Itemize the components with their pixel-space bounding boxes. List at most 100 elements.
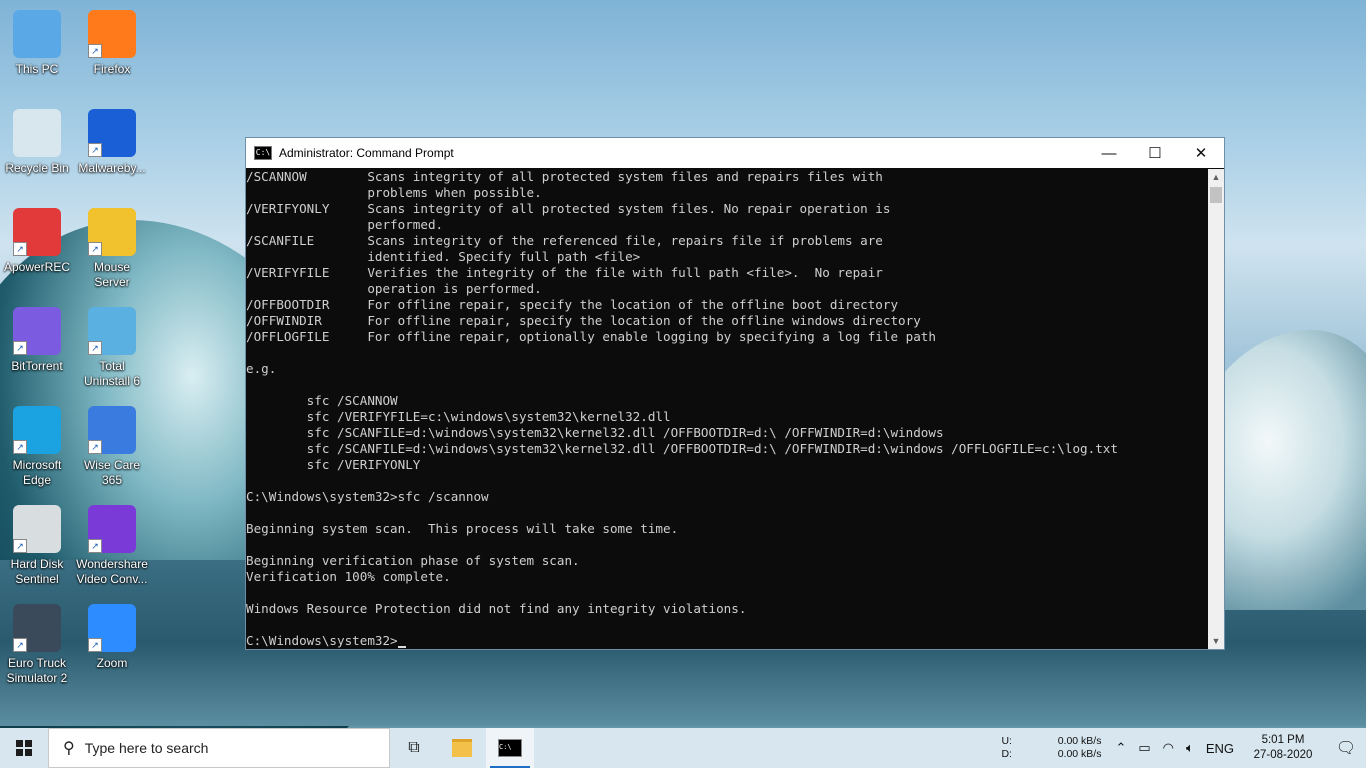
desktop-icon-mouse-server[interactable]: ↗ Mouse Server <box>75 202 149 290</box>
scroll-up-icon[interactable]: ▲ <box>1208 169 1224 185</box>
start-button[interactable] <box>0 728 48 768</box>
network-speed: U: 0.00 kB/s D: 0.00 kB/s <box>1001 735 1101 761</box>
maximize-button[interactable]: ☐ <box>1132 138 1178 168</box>
scroll-thumb[interactable] <box>1210 187 1222 203</box>
desktop-icon-label: Wise Care 365 <box>83 458 140 487</box>
apowerrec-icon: ↗ <box>13 208 61 256</box>
text-cursor <box>397 646 406 648</box>
console-prompt-line[interactable]: C:\Windows\system32> <box>246 633 1208 649</box>
shortcut-arrow-icon: ↗ <box>13 440 27 454</box>
desktop-icon-bittorrent[interactable]: ↗ BitTorrent <box>0 301 74 374</box>
minimize-button[interactable]: — <box>1086 138 1132 168</box>
shortcut-arrow-icon: ↗ <box>88 143 102 157</box>
task-view-icon: ⧉ <box>408 739 420 756</box>
computer-icon <box>13 10 61 58</box>
desktop-icon-label: Euro Truck Simulator 2 <box>6 656 68 685</box>
mouse-server-icon: ↗ <box>88 208 136 256</box>
upload-value: 0.00 kB/s <box>1057 735 1102 747</box>
console-line: /OFFLOGFILE For offline repair, optional… <box>246 329 936 344</box>
shortcut-arrow-icon: ↗ <box>13 638 27 652</box>
file-explorer-button[interactable] <box>438 728 486 768</box>
shortcut-arrow-icon: ↗ <box>13 242 27 256</box>
desktop-icon-wise-care[interactable]: ↗ Wise Care 365 <box>75 400 149 488</box>
notification-icon[interactable]: 🗨︎ <box>1326 728 1366 768</box>
task-view-button[interactable]: ⧉ <box>390 728 438 768</box>
language-indicator[interactable]: ENG <box>1206 741 1234 756</box>
console-line: /SCANFILE Scans integrity of the referen… <box>246 233 883 248</box>
taskbar: ⚲ Type here to search ⧉ C:\ U: 0.00 kB/s… <box>0 728 1366 768</box>
cmd-taskbar-icon: C:\ <box>498 739 522 757</box>
recycle-bin-icon <box>13 109 61 157</box>
malwarebytes-icon: ↗ <box>88 109 136 157</box>
desktop-icon-edge[interactable]: ↗ Microsoft Edge <box>0 400 74 488</box>
desktop-icon-truck[interactable]: ↗ Euro Truck Simulator 2 <box>0 598 74 686</box>
truck-icon: ↗ <box>13 604 61 652</box>
clock-date: 27-08-2020 <box>1253 749 1313 761</box>
total-uninstall-icon: ↗ <box>88 307 136 355</box>
console-line: C:\Windows\system32>sfc /scannow <box>246 489 489 504</box>
desktop-icon-label: Recycle Bin <box>5 161 69 175</box>
console-line: /VERIFYONLY Scans integrity of all prote… <box>246 201 891 216</box>
desktop-icon-hard-disk[interactable]: ↗ Hard Disk Sentinel <box>0 499 74 587</box>
console-line: sfc /SCANFILE=d:\windows\system32\kernel… <box>246 441 1118 456</box>
hard-disk-icon: ↗ <box>13 505 61 553</box>
console-line: Beginning system scan. This process will… <box>246 521 679 536</box>
cmd-icon: C:\ <box>254 146 272 160</box>
console-line: operation is performed. <box>246 281 542 296</box>
console-line: /OFFWINDIR For offline repair, specify t… <box>246 313 921 328</box>
console-line: sfc /SCANFILE=d:\windows\system32\kernel… <box>246 425 944 440</box>
shortcut-arrow-icon: ↗ <box>88 44 102 58</box>
chevron-up-icon[interactable]: ⌃ <box>1115 740 1126 756</box>
windows-logo-icon <box>16 740 32 756</box>
folder-icon <box>452 739 472 757</box>
console-line: identified. Specify full path <file> <box>246 249 641 264</box>
console-line: Beginning verification phase of system s… <box>246 553 580 568</box>
desktop-icon-label: Zoom <box>96 656 128 670</box>
shortcut-arrow-icon: ↗ <box>88 440 102 454</box>
console-line: /SCANNOW Scans integrity of all protecte… <box>246 169 883 184</box>
desktop-icon-malwarebytes[interactable]: ↗ Malwareby... <box>75 103 149 176</box>
scroll-down-icon[interactable]: ▼ <box>1208 633 1224 649</box>
desktop-icon-zoom[interactable]: ↗ Zoom <box>75 598 149 671</box>
desktop-icon-computer[interactable]: This PC <box>0 4 74 77</box>
clock-time: 5:01 PM <box>1261 734 1305 746</box>
desktop-icon-apowerrec[interactable]: ↗ ApowerREC <box>0 202 74 275</box>
desktop-icon-total-uninstall[interactable]: ↗ Total Uninstall 6 <box>75 301 149 389</box>
desktop-icon-label: Malwareby... <box>78 161 146 175</box>
firefox-icon: ↗ <box>88 10 136 58</box>
close-button[interactable]: ✕ <box>1178 138 1224 168</box>
desktop-icon-wondershare[interactable]: ↗ Wondershare Video Conv... <box>75 499 149 587</box>
battery-icon[interactable]: ▭ <box>1138 740 1150 756</box>
console-output[interactable]: /SCANNOW Scans integrity of all protecte… <box>246 169 1208 649</box>
vertical-scrollbar[interactable]: ▲ ▼ <box>1208 169 1224 649</box>
desktop-icon-firefox[interactable]: ↗ Firefox <box>75 4 149 77</box>
command-prompt-window[interactable]: C:\ Administrator: Command Prompt — ☐ ✕ … <box>245 137 1225 650</box>
title-bar[interactable]: C:\ Administrator: Command Prompt — ☐ ✕ <box>246 138 1224 168</box>
volume-icon[interactable]: 🔈︎ <box>1186 740 1194 756</box>
upload-label: U: <box>1001 735 1012 747</box>
console-line: sfc /VERIFYFILE=c:\windows\system32\kern… <box>246 409 671 424</box>
download-value: 0.00 kB/s <box>1057 748 1102 760</box>
taskbar-search[interactable]: ⚲ Type here to search <box>48 728 390 768</box>
wifi-icon[interactable]: ◠ <box>1163 740 1174 756</box>
system-tray: U: 0.00 kB/s D: 0.00 kB/s ⌃ ▭ ◠ 🔈︎ ENG 5… <box>1001 728 1366 768</box>
desktop-icon-recycle-bin[interactable]: Recycle Bin <box>0 103 74 176</box>
search-placeholder: Type here to search <box>84 740 209 756</box>
zoom-icon: ↗ <box>88 604 136 652</box>
shortcut-arrow-icon: ↗ <box>88 638 102 652</box>
download-label: D: <box>1001 748 1012 760</box>
wise-care-icon: ↗ <box>88 406 136 454</box>
taskbar-command-prompt[interactable]: C:\ <box>486 728 534 768</box>
console-line: sfc /VERIFYONLY <box>246 457 421 472</box>
shortcut-arrow-icon: ↗ <box>88 242 102 256</box>
clock[interactable]: 5:01 PM 27-08-2020 <box>1246 733 1320 763</box>
shortcut-arrow-icon: ↗ <box>88 341 102 355</box>
shortcut-arrow-icon: ↗ <box>13 539 27 553</box>
edge-icon: ↗ <box>13 406 61 454</box>
